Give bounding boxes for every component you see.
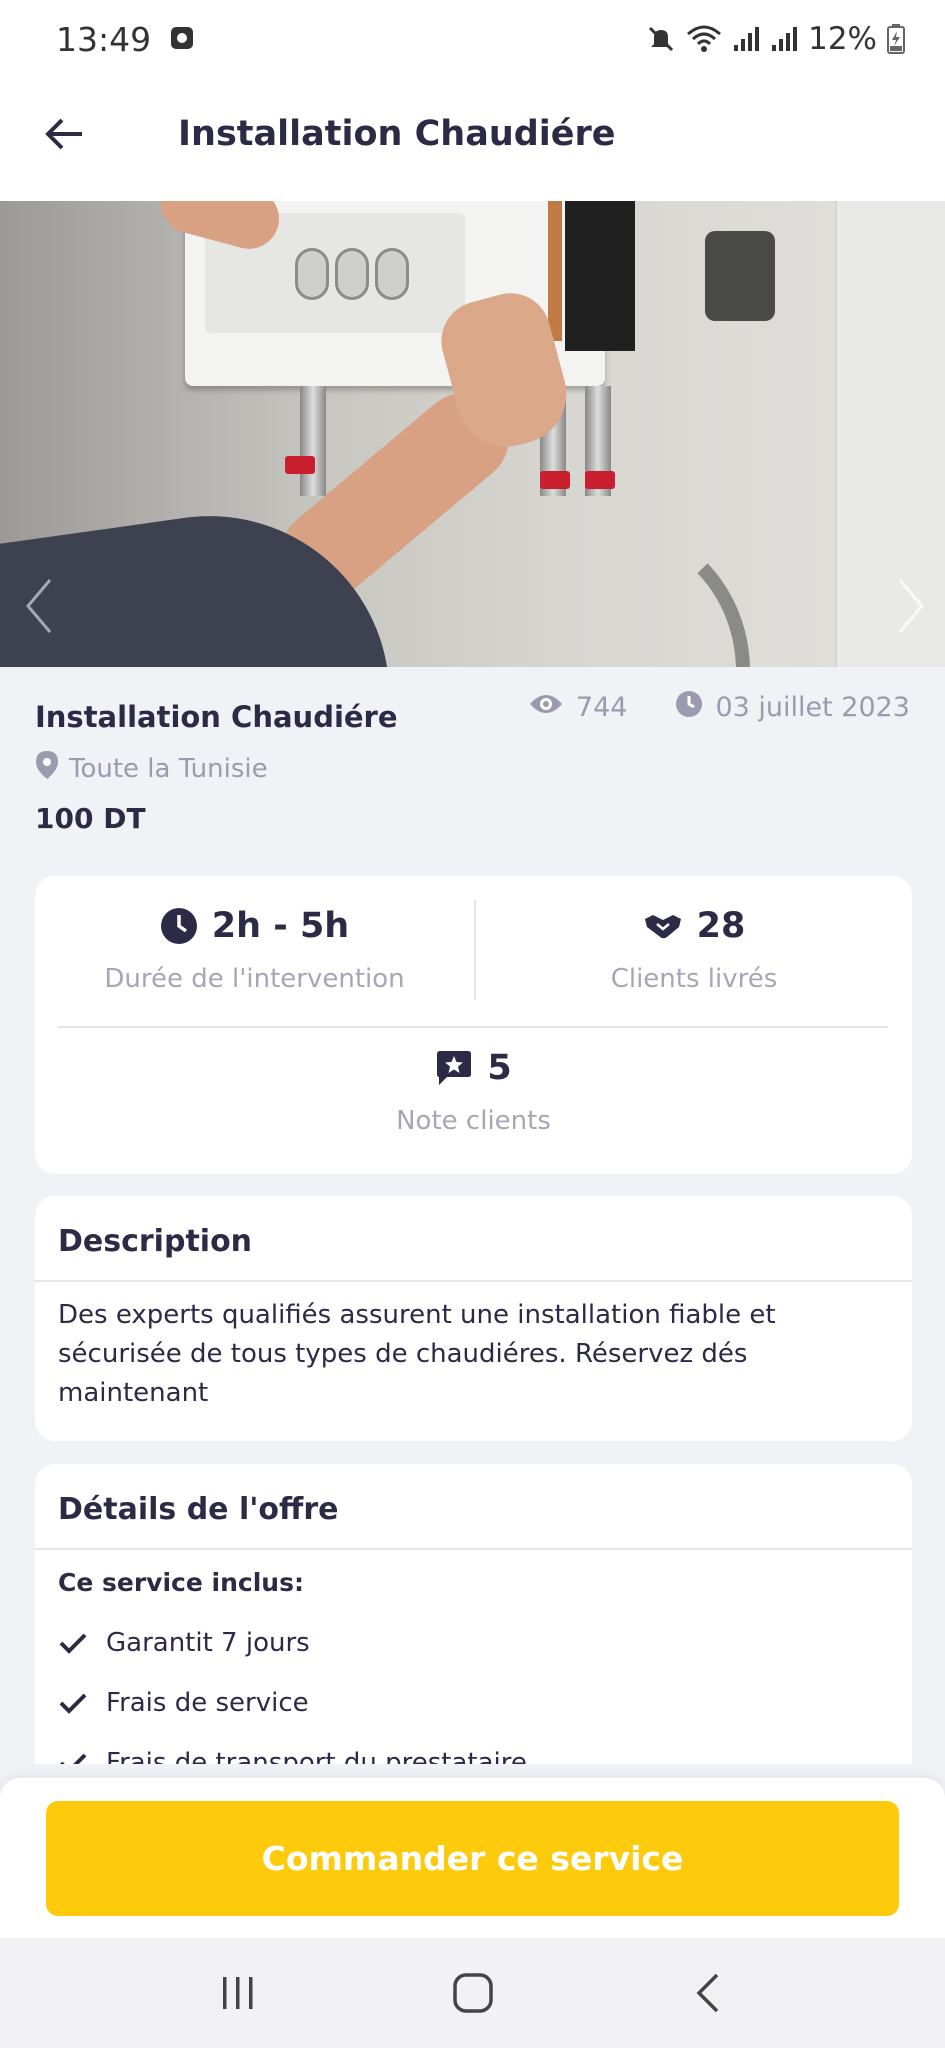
views-count: 744 [575,692,628,723]
hero-image-carousel[interactable] [0,201,945,667]
rating-value: 5 [487,1048,512,1088]
battery-percent: 12% [808,21,877,57]
back-button[interactable] [38,108,90,160]
location-text: Toute la Tunisie [69,753,268,784]
offer-item: Garantit 7 jours [58,1628,310,1658]
carousel-next-button[interactable] [886,571,936,641]
recent-apps-icon [222,1977,252,2009]
divider [35,1548,912,1550]
offer-heading: Détails de l'offre [58,1492,339,1527]
status-right: 12% [646,21,905,57]
arrow-left-icon [45,118,82,150]
stat-duration: 2h - 5h Durée de l'intervention [35,906,474,994]
offer-item: Frais de service [58,1688,309,1718]
carousel-prev-button[interactable] [14,571,64,641]
signal-icon [732,25,760,53]
service-price: 100 DT [35,802,146,835]
system-nav-bar [0,1938,945,2048]
status-time: 13:49 [56,19,152,59]
chevron-left-icon [26,579,52,633]
chevron-right-icon [898,579,924,633]
description-text: Des experts qualifiés assurent une insta… [58,1300,776,1408]
battery-charging-icon [887,24,905,54]
clients-label: Clients livrés [610,964,778,994]
clock-icon [675,690,703,725]
handshake-icon [644,915,681,939]
check-icon [59,1633,87,1654]
status-left: 13:49 [56,20,195,59]
system-back-button[interactable] [668,1953,748,2033]
status-bar: 13:49 12% [0,0,945,78]
rating-label: Note clients [396,1106,551,1136]
signal-icon [770,25,798,53]
divider [35,1280,912,1282]
home-icon [452,1973,493,2013]
duration-label: Durée de l'intervention [104,964,405,994]
check-icon [59,1693,87,1714]
page-title: Installation Chaudiére [178,114,616,154]
service-location: Toute la Tunisie [35,750,268,787]
divider [58,1026,888,1028]
notification-icon [169,20,195,59]
bottom-action-bar: Commander ce service [0,1778,945,1938]
mute-icon [646,24,676,54]
stat-clients: 28 Clients livrés [476,906,912,994]
check-icon [60,1753,87,1764]
offer-sub-heading: Ce service inclus: [58,1568,304,1597]
publish-date: 03 juillet 2023 [715,692,910,723]
eye-icon [528,692,564,723]
recent-apps-button[interactable] [198,1953,278,2033]
stats-card: 2h - 5h Durée de l'intervention 28 Clien… [35,876,912,1174]
description-card: Description Des experts qualifiés assure… [35,1196,912,1441]
stat-rating: 5 Note clients [35,1048,912,1136]
location-pin-icon [35,750,59,787]
app-header: Installation Chaudiére [0,78,945,201]
offer-item: Frais de transport du prestataire [58,1748,527,1764]
clients-value: 28 [696,906,746,946]
wifi-icon [686,24,722,54]
chevron-left-icon [696,1973,718,2013]
clock-icon [160,908,197,944]
rating-bubble-icon [437,1051,472,1085]
description-heading: Description [58,1224,253,1259]
home-button[interactable] [433,1953,513,2033]
offer-details-card: Détails de l'offre Ce service inclus: Ga… [35,1464,912,1764]
service-title: Installation Chaudiére [35,700,398,734]
service-meta: 744 03 juillet 2023 [528,690,910,725]
duration-value: 2h - 5h [211,906,350,946]
order-service-button[interactable]: Commander ce service [46,1801,899,1916]
